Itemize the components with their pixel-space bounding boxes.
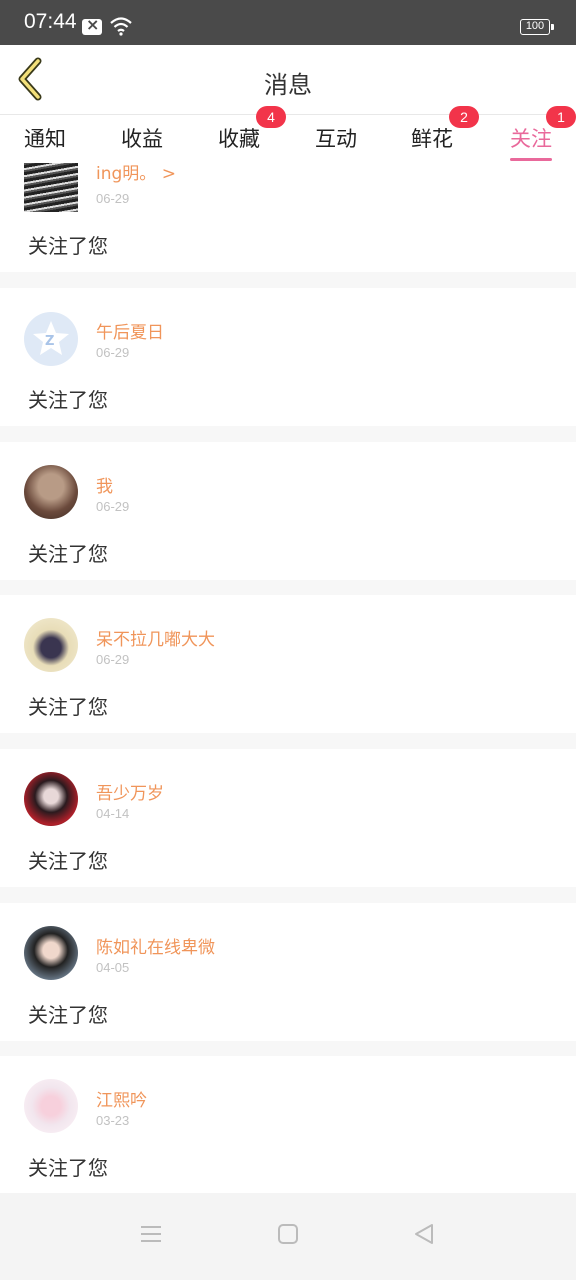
message-text: 关注了您 [28,1156,108,1180]
date: 06-29 [96,499,130,514]
date: 06-29 [96,191,130,206]
header: 消息 [0,45,576,115]
message-text: 关注了您 [28,542,108,566]
username[interactable]: ing明。 > [96,163,176,184]
status-time: 07:44 [24,10,77,33]
list-item[interactable]: 我 06-29 关注了您 [0,442,576,580]
tab-notifications[interactable]: 通知 [24,123,66,153]
active-tab-indicator [510,158,552,161]
date: 04-14 [96,806,130,821]
system-nav-bar [0,1193,576,1280]
page-title: 消息 [264,71,312,99]
avatar[interactable] [24,163,78,212]
message-text: 关注了您 [28,849,108,873]
date: 06-29 [96,345,130,360]
list-item[interactable]: 呆不拉几嘟大大 06-29 关注了您 [0,595,576,733]
status-bar: 07:44 100 [0,0,576,45]
list-item[interactable]: 江熙吟 03-23 关注了您 [0,1056,576,1193]
avatar[interactable]: Z [24,312,78,366]
tab-follows[interactable]: 关注 1 [510,106,576,161]
username[interactable]: 吾少万岁 [96,779,164,804]
message-text: 关注了您 [28,1003,108,1027]
back-icon[interactable] [413,1223,435,1245]
tab-badge: 4 [256,106,286,128]
tab-label: 鲜花 [411,127,453,151]
tab-label: 通知 [24,127,66,151]
list-item[interactable]: 陈如礼在线卑微 04-05 关注了您 [0,903,576,1041]
tab-badge: 2 [449,106,479,128]
tab-flowers[interactable]: 鲜花 2 [411,106,479,153]
battery-icon: 100 [520,19,554,35]
tab-label: 收益 [121,127,163,151]
tab-label: 互动 [315,127,357,151]
tab-label: 收藏 [218,127,260,151]
date: 03-23 [96,1113,130,1128]
date: 04-05 [96,960,130,975]
list-item[interactable]: ing明。 > 06-29 关注了您 [0,163,576,272]
list-item[interactable]: 吾少万岁 04-14 关注了您 [0,749,576,887]
username[interactable]: 午后夏日 [96,318,164,343]
message-text: 关注了您 [28,695,108,719]
menu-icon[interactable] [140,1223,162,1245]
list-item[interactable]: Z 午后夏日 06-29 关注了您 [0,288,576,426]
avatar[interactable] [24,1079,78,1133]
message-text: 关注了您 [28,388,108,412]
username[interactable]: 呆不拉几嘟大大 [96,625,215,650]
tab-badge: 1 [546,106,576,128]
home-icon[interactable] [277,1223,299,1245]
username[interactable]: 我 [96,472,113,497]
default-avatar-icon: Z [33,321,69,355]
tab-favorites[interactable]: 收藏 4 [218,106,286,153]
username[interactable]: 陈如礼在线卑微 [96,933,215,958]
svg-text:Z: Z [45,334,54,349]
tab-bar: 通知 收益 收藏 4 互动 鲜花 2 关注 1 [0,106,576,163]
avatar[interactable] [24,618,78,672]
notification-icon [82,15,102,35]
tab-interactions[interactable]: 互动 [315,123,357,153]
username[interactable]: 江熙吟 [96,1086,147,1111]
avatar[interactable] [24,926,78,980]
avatar[interactable] [24,465,78,519]
follow-list[interactable]: ing明。 > 06-29 关注了您 Z 午后夏日 06-29 关注了您 我 0… [0,163,576,1193]
tab-earnings[interactable]: 收益 [121,123,163,153]
message-text: 关注了您 [28,234,108,258]
tab-label: 关注 [510,127,552,151]
date: 06-29 [96,652,130,667]
wifi-icon [110,17,132,36]
avatar[interactable] [24,772,78,826]
